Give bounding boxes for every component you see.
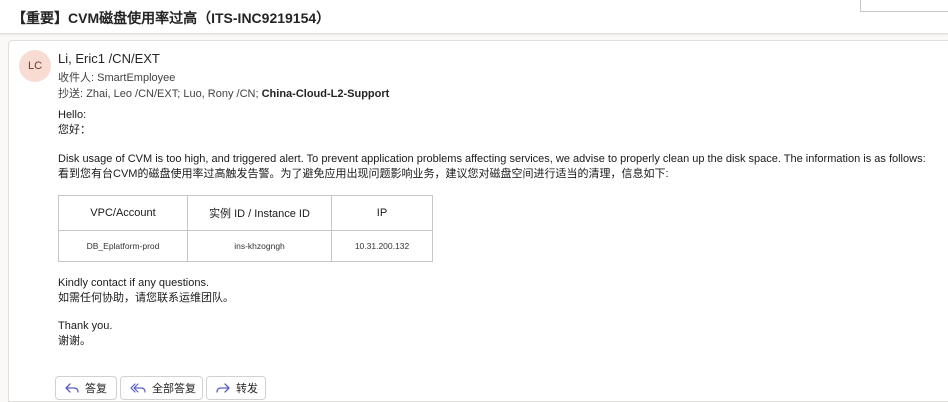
forward-label: 转发 [236,383,258,395]
subject-bar: 【重要】CVM磁盘使用率过高（ITS-INC9219154） [0,0,948,34]
reply-label: 答复 [85,383,107,395]
to-label: 收件人: [58,72,95,84]
reply-button[interactable]: 答复 [55,376,117,400]
reply-icon [65,383,79,393]
sender-name[interactable]: Li, Eric1 /CN/EXT [58,51,160,66]
reply-all-icon [130,383,146,393]
table-header-row: VPC/Account 实例 ID / Instance ID IP [58,195,433,231]
greeting-en: Hello: [58,109,87,121]
cc-line: 抄送: Zhai, Leo /CN/EXT; Luo, Rony /CN; Ch… [58,85,389,101]
table-cell-ip: 10.31.200.132 [331,230,433,262]
forward-button[interactable]: 转发 [206,376,266,400]
paragraph-zh: 看到您有台CVM的磁盘使用率过高触发告警。为了避免应用出现问题影响业务，建议您对… [58,168,669,180]
to-recipient[interactable]: SmartEmployee [97,72,175,84]
contact-en: Kindly contact if any questions. [58,277,210,289]
greeting-zh: 您好： [58,124,91,136]
table-row: DB_Eplatform-prod ins-khzogngh 10.31.200… [58,230,433,262]
paragraph-en: Disk usage of CVM is too high, and trigg… [58,153,926,165]
cc-group[interactable]: China-Cloud-L2-Support [262,88,390,100]
cc-recipients[interactable]: Zhai, Leo /CN/EXT; Luo, Rony /CN; [86,88,258,100]
table-header-instance: 实例 ID / Instance ID [187,195,332,231]
reply-all-button[interactable]: 全部答复 [120,376,203,400]
cc-label: 抄送: [58,88,84,100]
sender-avatar[interactable]: LC [19,50,51,82]
table-cell-instance: ins-khzogngh [187,230,332,262]
table-cell-vpc: DB_Eplatform-prod [58,230,188,262]
thanks-zh: 谢谢。 [58,335,91,347]
email-subject: 【重要】CVM磁盘使用率过高（ITS-INC9219154） [12,10,331,26]
thanks-en: Thank you. [58,320,113,332]
forward-icon [216,383,230,393]
table-header-ip: IP [331,195,433,231]
reply-all-label: 全部答复 [152,383,196,395]
recipient-line: 收件人: SmartEmployee [58,69,175,85]
contact-zh: 如需任何协助，请您联系运维团队。 [58,292,234,304]
instance-table: VPC/Account 实例 ID / Instance ID IP DB_Ep… [58,195,433,262]
table-header-vpc: VPC/Account [58,195,188,231]
side-panel-edge [860,0,948,12]
